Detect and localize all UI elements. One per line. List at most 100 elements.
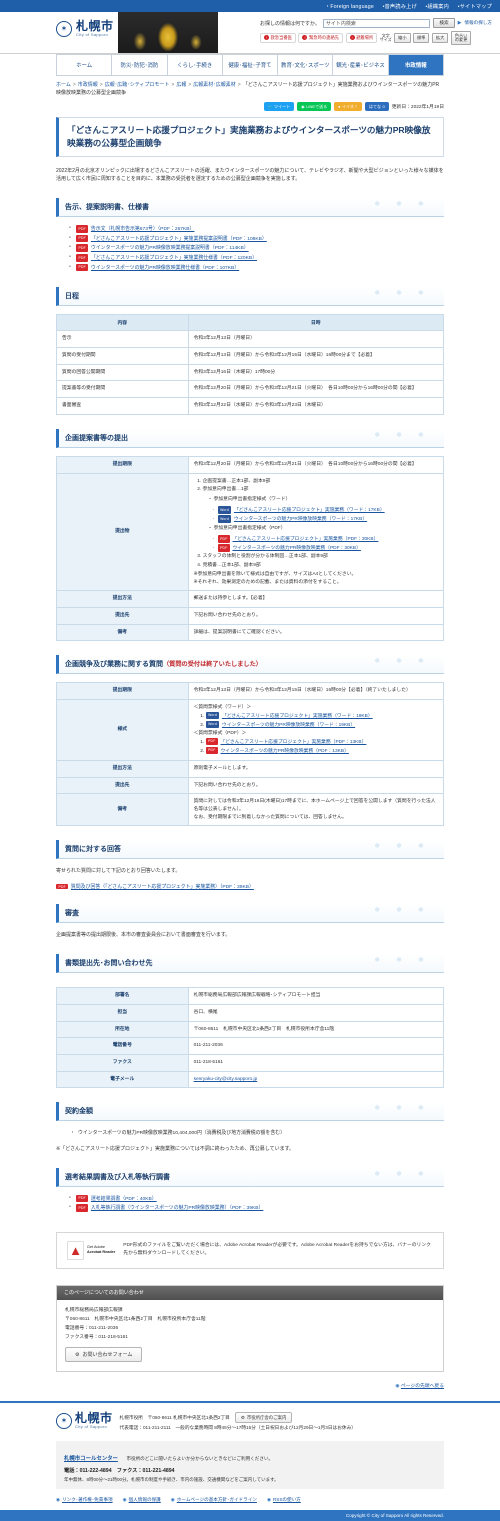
section-heading-questions: 企画競争及び業務に関する質問（質問の受付は終了いたしました） ❅❅❅	[56, 655, 444, 675]
nav-item-home[interactable]: ホーム	[57, 55, 113, 75]
list-item: ウインタースポーツの魅力PR映像放映業務10,404,000円（消費税及び地方消…	[70, 1129, 444, 1139]
doc-link[interactable]: 「どさんこアスリート応援プロジェクト」実施業務（ワード：17KB）	[234, 508, 385, 513]
nav-item-disaster[interactable]: 防災･防犯･消防	[112, 55, 168, 75]
nav-item-tourism[interactable]: 観光･産業･ビジネス	[333, 55, 389, 75]
twitter-share-button[interactable]: 🐦 ツイート	[263, 102, 295, 111]
table-row: 提出先 下記お問い合わせ先のとおり。	[56, 776, 445, 795]
search-button[interactable]: 検索	[433, 18, 455, 28]
acrobat-reader-download-link[interactable]: ▲ Get Adobe Acrobat Reader	[67, 1240, 115, 1260]
evacuation-site-link[interactable]: ! 避難場所	[345, 32, 378, 43]
snowflake-decoration-icon: ❅❅❅	[374, 290, 440, 298]
exclamation-icon: !	[302, 35, 308, 41]
emergency-clinic-link[interactable]: ! 救急当番医	[260, 32, 296, 43]
site-logo[interactable]: ✶ 札幌市 City of Sapporo	[56, 20, 114, 37]
color-change-button[interactable]: 色合い の変更	[450, 31, 472, 45]
emergency-contact-link[interactable]: ! 緊急時の連絡先	[298, 32, 344, 43]
doc-link[interactable]: 選考結果調書（PDF：40KB）	[91, 1197, 157, 1202]
schedule-cell-value: 令和3年12月13日（月曜日）	[187, 330, 445, 349]
word-tag-icon: Word	[217, 515, 232, 523]
answers-paragraph: 寄せられた質問に対して下記のとおり回答いたします。	[56, 868, 181, 875]
back-to-top[interactable]: ◉ ページの先頭へ戻る	[56, 1382, 444, 1389]
nav-item-health[interactable]: 健康･福祉･子育て	[222, 55, 279, 75]
doc-link[interactable]: 質問及び回答（「どさんこアスリート応援プロジェクト」実施業務）（PDF：39KB…	[71, 885, 254, 890]
font-size-small-button[interactable]: 縮小	[394, 33, 411, 43]
search-help-link[interactable]: 情報の探し方	[464, 20, 492, 26]
utility-bar: Foreign language 音声読み上げ 組織案内 サイトマップ	[0, 0, 500, 12]
table-row: 所在地 〒060-8611 札幌市中央区北1条西2丁目 札幌市役所本庁舎11階	[56, 1020, 445, 1039]
breadcrumb-item-materials[interactable]: 広報素材･広報素材	[193, 82, 236, 88]
footer-link-terms[interactable]: ◉ リンク･著作権･免責事項	[56, 1497, 113, 1503]
site-header: ✶ 札幌市 City of Sapporo お探しの情報は何ですか。 検索 ▶ …	[0, 12, 500, 54]
section-heading-answers-label: 質問に対する回答	[65, 846, 121, 854]
contact-email-link[interactable]: senryaku-city@city.sapporo.jp	[194, 1077, 258, 1082]
questions-remarks-line2: なお、受付期限までに到着しなかった質問については、回答しません。	[193, 814, 347, 820]
acrobat-reader-banner: ▲ Get Adobe Acrobat Reader PDF形式のファイルをご覧…	[56, 1231, 444, 1269]
hatena-bookmark-button[interactable]: はてな 0	[365, 102, 389, 111]
table-row: 書面審査 令和3年12月22日（水曜日）から令和3年12月23日（木曜日）	[56, 397, 445, 415]
doc-link[interactable]: 「どさんこアスリート応援プロジェクト」実施業務（ワード：19KB）	[222, 714, 373, 719]
footer-link-policy-label[interactable]: ホームページの基本方針･ガイドライン	[177, 1497, 257, 1502]
results-link-list: PDF選考結果調書（PDF：40KB） PDF入札等執行調書（ウインタースポーツ…	[69, 1194, 444, 1214]
schedule-cell-label: 提案書等の受付期間	[56, 380, 189, 399]
nav-item-living[interactable]: くらし･手続き	[167, 55, 223, 75]
contact-form-button[interactable]: ⚙ お問い合わせフォーム	[65, 1347, 143, 1363]
footer-link-terms-label[interactable]: リンク･著作権･免責事項	[62, 1497, 113, 1502]
utility-link-sitemap[interactable]: サイトマップ	[458, 4, 492, 10]
office-guide-button[interactable]: ⚙ 市役所庁舎のご案内	[234, 1412, 293, 1424]
doc-link[interactable]: 「どさんこアスリート応援プロジェクト」実施業務提案説明書（PDF：108KB）	[91, 237, 267, 242]
nav-item-city-government[interactable]: 市政情報	[388, 55, 444, 75]
breadcrumb-item-home[interactable]: ホーム	[56, 82, 71, 88]
table-row: 担当 谷口、横尾	[56, 1003, 445, 1022]
breadcrumb-item-koho[interactable]: 広報	[176, 82, 186, 88]
questions-deadline-label: 提出期限	[56, 682, 189, 701]
questions-table: 提出期限 令和3年12月13日（月曜日）から令和3年12月15日（水曜日）16時…	[56, 682, 445, 827]
doc-link[interactable]: ウインタースポーツの魅力PR映像放映業務提案説明書（PDF：114KB）	[91, 247, 249, 252]
doc-link[interactable]: 入札等執行調書（ウインタースポーツの魅力PR映像放映業務）（PDF：39KB）	[91, 1206, 263, 1211]
doc-link[interactable]: ウインタースポーツの魅力PR映像放映業務仕様書（PDF：107KB）	[91, 266, 239, 271]
submission-method-value: 郵送または持参とします。【必着】	[187, 590, 445, 609]
line-share-button[interactable]: ◉ LINEで送る	[297, 102, 332, 111]
schedule-col-datetime: 日時	[187, 314, 445, 332]
snowflake-decoration-icon: ❅❅❅	[374, 431, 440, 439]
footer-link-policy[interactable]: ◉ ホームページの基本方針･ガイドライン	[171, 1497, 257, 1503]
sapporo-crest-icon: ✶	[56, 1412, 72, 1429]
footer-logo[interactable]: ✶ 札幌市 City of Sapporo	[56, 1412, 113, 1429]
doc-link[interactable]: 「どさんこアスリート応援プロジェクト」実施業務（PDF：30KB）	[232, 537, 378, 542]
font-size-large-button[interactable]: 拡大	[431, 33, 449, 43]
doc-link[interactable]: ウインタースポーツの魅力PR映像放映業務（ワード：17KB）	[234, 517, 367, 522]
questions-pdf-links: PDF「どさんこアスリート応援プロジェクト」実施業務（PDF：13KB） PDF…	[205, 737, 438, 756]
footer-link-rss-label[interactable]: RSSの使い方	[273, 1497, 301, 1502]
breadcrumb-item-city-government[interactable]: 市政情報	[78, 82, 98, 88]
nice-button[interactable]: ● イイネ！	[334, 102, 362, 111]
doc-link[interactable]: 「どさんこアスリート応援プロジェクト」実施業務（PDF：13KB）	[220, 740, 366, 745]
footer-link-privacy[interactable]: ◉ 個人情報の保護	[123, 1497, 161, 1503]
call-center-title-link[interactable]: 札幌市コールセンター	[64, 1456, 118, 1462]
doc-link[interactable]: ウインタースポーツの魅力PR映像放映業務（PDF：30KB）	[232, 546, 360, 551]
doc-link[interactable]: 告示文（札幌市告示第673号）（PDF：267KB）	[91, 227, 195, 232]
back-to-top-label[interactable]: ページの先頭へ戻る	[401, 1384, 444, 1389]
utility-link-voice-reading[interactable]: 音声読み上げ	[383, 4, 417, 10]
sapporo-crest-icon: ✶	[56, 20, 72, 37]
emergency-contact-label: 緊急時の連絡先	[308, 34, 340, 40]
exclamation-icon: !	[264, 35, 269, 41]
contact-person-value: 谷口、横尾	[187, 1003, 445, 1022]
schedule-cell-value: 令和3年12月16日（木曜日）17時00分	[187, 363, 445, 382]
doc-link[interactable]: ウインタースポーツの魅力PR映像放映業務（PDF：13KB）	[220, 749, 348, 754]
doc-link[interactable]: ウインタースポーツの魅力PR映像放映業務（ワード：19KB）	[222, 723, 355, 728]
list-item: PDF「どさんこアスリート応援プロジェクト」実施業務（PDF：30KB）	[213, 535, 438, 544]
doc-link[interactable]: 「どさんこアスリート応援プロジェクト」実施業務仕様書（PDF：120KB）	[91, 256, 257, 261]
office-guide-button-label: 市役所庁舎のご案内	[246, 1414, 287, 1420]
utility-link-foreign-language[interactable]: Foreign language	[325, 4, 374, 10]
footer-link-rss[interactable]: ◉ RSSの使い方	[267, 1497, 301, 1503]
schedule-cell-value: 令和3年12月22日（水曜日）から令和3年12月23日（木曜日）	[187, 397, 445, 415]
site-logo-jp: 札幌市	[76, 19, 114, 33]
submission-remarks-value: 詳細は、提案説明書にてご確認ください。	[187, 623, 445, 642]
nav-item-education[interactable]: 教育･文化･スポーツ	[278, 55, 334, 75]
share-row: 🐦 ツイート ◉ LINEで送る ● イイネ！ はてな 0 更新日：2022年1…	[56, 102, 444, 111]
search-input[interactable]	[322, 18, 431, 28]
breadcrumb-item-pr[interactable]: 広報･広聴･シティプロモート	[105, 82, 170, 88]
font-size-normal-button[interactable]: 標準	[413, 33, 430, 43]
list-item: PDF入札等執行調書（ウインタースポーツの魅力PR映像放映業務）（PDF：39K…	[69, 1204, 444, 1214]
utility-link-org-guide[interactable]: 組織案内	[426, 4, 450, 10]
footer-link-privacy-label[interactable]: 個人情報の保護	[129, 1497, 161, 1502]
